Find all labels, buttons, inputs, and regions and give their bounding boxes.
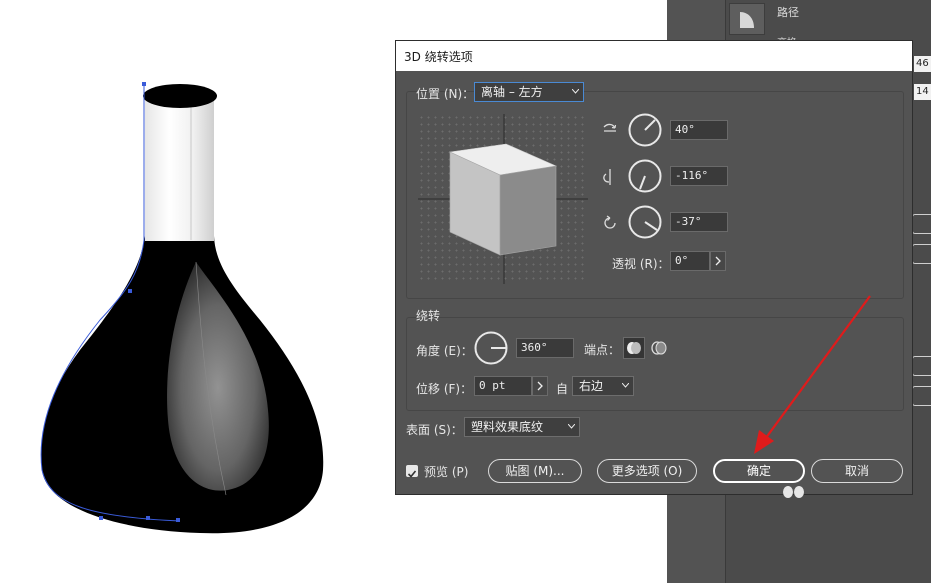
angle-label: 角度 (E)：: [416, 344, 473, 358]
z-rotation-dial[interactable]: [628, 205, 662, 239]
checkmark-icon: [407, 470, 417, 478]
z-rotation-icon: [604, 215, 616, 229]
x-rotation-icon: [603, 123, 617, 132]
chevron-down-icon: [572, 89, 579, 94]
panel-title: 路径: [777, 6, 799, 19]
from-dropdown[interactable]: 右边: [572, 376, 634, 396]
position-value: 离轴 – 左方: [481, 85, 543, 99]
position-label: 位置 (N)：: [416, 87, 475, 101]
path-tool-icon[interactable]: [729, 3, 765, 35]
cap-off-button[interactable]: [648, 337, 670, 359]
z-rotation-input[interactable]: -37°: [670, 212, 728, 232]
perspective-input[interactable]: 0°: [670, 251, 710, 271]
ok-button[interactable]: 确定: [713, 459, 805, 483]
preview-checkbox[interactable]: [406, 465, 418, 478]
offset-label: 位移 (F)：: [416, 382, 473, 396]
preview-label: 预览 (P): [424, 465, 469, 479]
cursor-artifact: [783, 486, 804, 498]
offset-input[interactable]: 0 pt: [474, 376, 532, 396]
panel-action-button-2[interactable]: [912, 386, 931, 406]
offset-slider-button[interactable]: [532, 376, 548, 396]
from-label: 自: [556, 382, 569, 396]
dialog-titlebar[interactable]: 3D 绕转选项: [396, 41, 912, 71]
revolve-section-label: 绕转: [416, 309, 441, 323]
x-rotation-input[interactable]: 40°: [670, 120, 728, 140]
y-rotation-icon: [603, 169, 611, 185]
panel-action-button[interactable]: [912, 356, 931, 376]
chevron-right-icon: [537, 381, 543, 391]
cancel-button[interactable]: 取消: [811, 459, 903, 483]
panel-field-w[interactable]: 46: [914, 56, 931, 72]
chevron-right-icon: [715, 256, 721, 266]
cap-label: 端点：: [584, 343, 621, 357]
perspective-slider-button[interactable]: [710, 251, 726, 271]
y-rotation-dial[interactable]: [628, 159, 662, 193]
chevron-down-icon: [622, 383, 629, 388]
map-art-button[interactable]: 贴图 (M)...: [488, 459, 582, 483]
from-value: 右边: [579, 379, 604, 393]
rotation-preview-track[interactable]: [418, 114, 588, 284]
chevron-down-icon: [568, 424, 575, 429]
red-arrow-annotation: [754, 295, 871, 454]
panel-field-h[interactable]: 14: [914, 84, 931, 100]
flask-3d-object[interactable]: [0, 0, 400, 583]
angle-dial[interactable]: [474, 331, 508, 365]
panel-dropdown-button[interactable]: [912, 214, 931, 234]
rotation-cube[interactable]: [418, 114, 588, 284]
position-dropdown[interactable]: 离轴 – 左方: [474, 82, 584, 102]
cap-off-icon: [651, 341, 667, 355]
surface-dropdown[interactable]: 塑料效果底纹: [464, 417, 580, 437]
cap-on-icon: [627, 342, 641, 354]
angle-input[interactable]: 360°: [516, 338, 574, 358]
surface-label: 表面 (S)：: [406, 423, 463, 437]
y-rotation-input[interactable]: -116°: [670, 166, 728, 186]
more-options-button[interactable]: 更多选项 (O): [597, 459, 697, 483]
surface-value: 塑料效果底纹: [471, 420, 544, 434]
cap-on-button[interactable]: [623, 337, 645, 359]
panel-dropdown-button-2[interactable]: [912, 244, 931, 264]
dialog-title: 3D 绕转选项: [404, 50, 473, 64]
x-rotation-dial[interactable]: [628, 113, 662, 147]
perspective-label: 透视 (R)：: [612, 257, 670, 271]
